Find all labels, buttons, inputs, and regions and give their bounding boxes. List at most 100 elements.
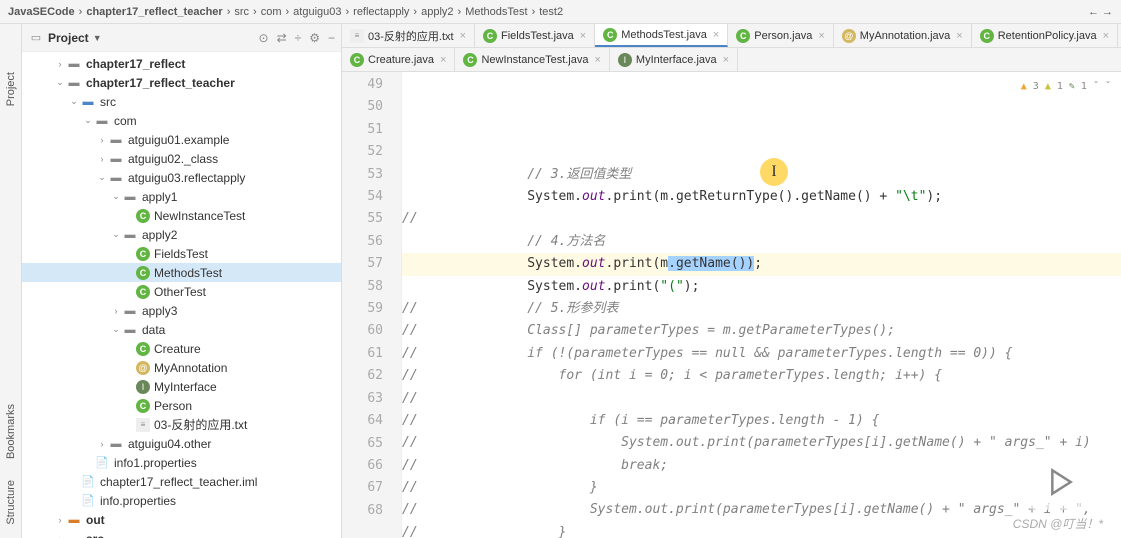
tree-item[interactable]: ⌄▬chapter17_reflect_teacher xyxy=(22,73,341,92)
editor-tab[interactable]: CNewInstanceTest.java× xyxy=(455,48,609,71)
tree-caret-icon[interactable]: ⌄ xyxy=(110,191,122,202)
editor-tab[interactable]: ≡03-反射的应用.txt× xyxy=(342,24,475,47)
close-icon[interactable]: × xyxy=(460,30,466,42)
close-icon[interactable]: × xyxy=(594,54,600,66)
editor-tab[interactable]: CMethodsTest.java× xyxy=(595,24,728,47)
folder-icon: ▭ xyxy=(28,30,44,46)
tree-label: apply2 xyxy=(142,228,177,242)
sidebar-tab-bookmarks[interactable]: Bookmarks xyxy=(5,396,17,467)
tree-item[interactable]: IMyInterface xyxy=(22,377,341,396)
nav-arrows[interactable]: ← → xyxy=(1088,6,1113,18)
close-icon[interactable]: × xyxy=(956,30,962,42)
tree-caret-icon[interactable]: ⌄ xyxy=(82,115,94,126)
close-icon[interactable]: × xyxy=(818,30,824,42)
tree-item[interactable]: 📄chapter17_reflect_teacher.iml xyxy=(22,472,341,491)
tree-caret-icon[interactable]: › xyxy=(96,135,108,145)
expand-icon[interactable]: ⇄ xyxy=(277,31,287,45)
tree-caret-icon[interactable]: › xyxy=(54,534,66,538)
close-icon[interactable]: × xyxy=(580,30,586,42)
code-line[interactable]: System.out.print("("); xyxy=(402,276,1121,298)
close-icon[interactable]: × xyxy=(713,29,719,41)
tree-caret-icon[interactable]: ⌄ xyxy=(68,96,80,107)
settings-icon[interactable]: ⚙ xyxy=(309,31,320,45)
tree-item[interactable]: COtherTest xyxy=(22,282,341,301)
code-line[interactable]: System.out.print(m.getReturnType().getNa… xyxy=(402,186,1121,208)
sidebar-tab-structure[interactable]: Structure xyxy=(5,472,17,533)
tree-item[interactable]: CPerson xyxy=(22,396,341,415)
close-icon[interactable]: × xyxy=(440,54,446,66)
editor-tab[interactable]: CPerson.java× xyxy=(728,24,834,47)
tree-item[interactable]: CCreature xyxy=(22,339,341,358)
tree-item[interactable]: ⌄▬data xyxy=(22,320,341,339)
play-overlay-button[interactable] xyxy=(1023,454,1095,510)
tree-caret-icon[interactable]: › xyxy=(110,306,122,316)
code-line[interactable]: // System.out.print(parameterTypes[i].ge… xyxy=(402,432,1121,454)
close-icon[interactable]: × xyxy=(1103,30,1109,42)
code-line[interactable]: // 3.返回值类型 xyxy=(402,164,1121,186)
code-line[interactable]: System.out.print(m.getName()); xyxy=(402,253,1121,275)
editor-tab[interactable]: IMyInterface.java× xyxy=(610,48,738,71)
tree-caret-icon[interactable]: › xyxy=(54,515,66,525)
tree-item[interactable]: ⌄▬atguigu03.reflectapply xyxy=(22,168,341,187)
code-line[interactable]: // if (i == parameterTypes.length - 1) { xyxy=(402,410,1121,432)
code-line[interactable]: // } xyxy=(402,477,1121,499)
code-line[interactable]: // xyxy=(402,388,1121,410)
inspection-status[interactable]: ▲3 ▲1 ✎1 ˆ ˇ xyxy=(1021,76,1111,98)
class-icon: C xyxy=(136,247,150,261)
editor-tab[interactable]: CFieldsTest.java× xyxy=(475,24,595,47)
tree-caret-icon[interactable]: › xyxy=(96,154,108,164)
sidebar-tab-project[interactable]: Project xyxy=(5,64,17,114)
tree-item[interactable]: ›▬atguigu01.example xyxy=(22,130,341,149)
code-line[interactable]: // break; xyxy=(402,455,1121,477)
typo-icon: ✎ xyxy=(1069,76,1075,98)
dropdown-icon[interactable]: ▼ xyxy=(93,33,102,43)
project-title: Project xyxy=(48,31,89,45)
chevron-up-icon[interactable]: ˆ xyxy=(1093,76,1099,98)
tree-item[interactable]: ›▬src xyxy=(22,529,341,538)
tree-item[interactable]: CFieldsTest xyxy=(22,244,341,263)
tree-item[interactable]: @MyAnnotation xyxy=(22,358,341,377)
tree-item[interactable]: ›▬atguigu04.other xyxy=(22,434,341,453)
tree-item[interactable]: ≡03-反射的应用.txt xyxy=(22,415,341,434)
code-line[interactable]: // for (int i = 0; i < parameterTypes.le… xyxy=(402,365,1121,387)
select-opened-icon[interactable]: ⊙ xyxy=(259,31,269,45)
line-gutter: 4950515253545556575859606162636465666768 xyxy=(342,72,402,538)
editor-area[interactable]: 4950515253545556575859606162636465666768… xyxy=(342,72,1121,538)
tree-item[interactable]: ⌄▬com xyxy=(22,111,341,130)
tree-caret-icon[interactable]: ⌄ xyxy=(110,324,122,335)
tree-caret-icon[interactable]: › xyxy=(54,59,66,69)
tree-item[interactable]: ⌄▬src xyxy=(22,92,341,111)
tab-label: NewInstanceTest.java xyxy=(481,54,588,66)
tree-item[interactable]: ›▬apply3 xyxy=(22,301,341,320)
editor-tab[interactable]: CCreature.java× xyxy=(342,48,455,71)
tree-item[interactable]: ›▬chapter17_reflect xyxy=(22,54,341,73)
editor-tab[interactable]: CRetentionPolicy.java× xyxy=(972,24,1118,47)
editor-tab[interactable]: @MyAnnotation.java× xyxy=(834,24,972,47)
tab-label: Person.java xyxy=(754,30,812,42)
tree-item[interactable]: CMethodsTest xyxy=(22,263,341,282)
code-line[interactable]: // xyxy=(402,208,1121,230)
code-line[interactable]: // 4.方法名 xyxy=(402,231,1121,253)
project-tree[interactable]: ›▬chapter17_reflect⌄▬chapter17_reflect_t… xyxy=(22,52,341,538)
tree-caret-icon[interactable]: ⌄ xyxy=(96,172,108,183)
tree-item[interactable]: ›▬out xyxy=(22,510,341,529)
code-line[interactable]: // if (!(parameterTypes == null && param… xyxy=(402,343,1121,365)
tree-item[interactable]: ›▬atguigu02._class xyxy=(22,149,341,168)
chevron-down-icon[interactable]: ˇ xyxy=(1105,76,1111,98)
close-icon[interactable]: × xyxy=(723,54,729,66)
collapse-icon[interactable]: ÷ xyxy=(295,31,302,45)
tree-item[interactable]: ⌄▬apply1 xyxy=(22,187,341,206)
tree-item[interactable]: 📄info1.properties xyxy=(22,453,341,472)
tree-item[interactable]: CNewInstanceTest xyxy=(22,206,341,225)
tree-caret-icon[interactable]: ⌄ xyxy=(54,77,66,88)
text-file-icon: ≡ xyxy=(136,418,150,432)
tree-item[interactable]: ⌄▬ apply2 xyxy=(22,225,341,244)
code-content[interactable]: ▲3 ▲1 ✎1 ˆ ˇ I // 3.返回值类型 System.out.pri… xyxy=(402,72,1121,538)
folder-icon: ▬ xyxy=(122,227,138,243)
tree-item[interactable]: 📄info.properties xyxy=(22,491,341,510)
code-line[interactable]: // Class[] parameterTypes = m.getParamet… xyxy=(402,320,1121,342)
tree-caret-icon[interactable]: ⌄ xyxy=(110,229,122,240)
hide-icon[interactable]: − xyxy=(328,31,335,45)
tree-caret-icon[interactable]: › xyxy=(96,439,108,449)
code-line[interactable]: // // 5.形参列表 xyxy=(402,298,1121,320)
